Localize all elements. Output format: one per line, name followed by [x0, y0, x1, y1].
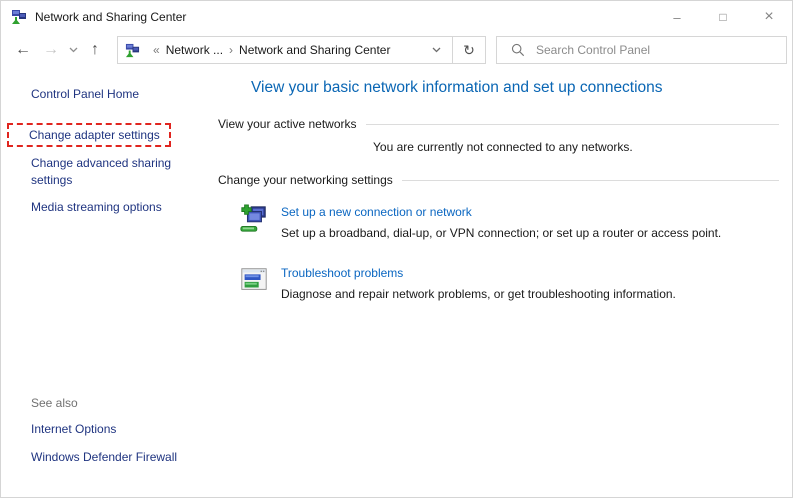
back-button[interactable]: ← [9, 36, 37, 64]
sidebar-item-change-adapter-settings[interactable]: Change adapter settings [29, 128, 165, 142]
active-networks-label: View your active networks [218, 117, 357, 131]
networking-settings-section-header: Change your networking settings [218, 173, 779, 187]
chevron-down-icon [432, 47, 441, 53]
highlight-box-change-adapter-settings: Change adapter settings [7, 123, 171, 147]
breadcrumb: « Network ... › Network and Sharing Cent… [118, 37, 452, 63]
breadcrumb-root[interactable]: Network ... [166, 43, 223, 57]
sidebar: Control Panel Home Change adapter settin… [1, 67, 218, 497]
see-also-section: See also Internet Options Windows Defend… [31, 396, 208, 477]
search-input[interactable] [536, 43, 786, 57]
chevron-down-icon [69, 47, 77, 53]
section-rule [401, 180, 779, 181]
troubleshoot-description: Diagnose and repair network problems, or… [281, 287, 676, 301]
network-icon [125, 43, 140, 57]
up-button[interactable]: ↑ [81, 36, 109, 64]
breadcrumb-separator[interactable]: › [229, 43, 233, 57]
sidebar-item-internet-options[interactable]: Internet Options [31, 421, 208, 438]
close-button[interactable]: × [746, 1, 792, 33]
sidebar-item-media-streaming-options[interactable]: Media streaming options [31, 199, 208, 216]
forward-button[interactable]: → [37, 36, 65, 64]
breadcrumb-current[interactable]: Network and Sharing Center [239, 43, 390, 57]
list-item-text: Set up a new connection or network Set u… [281, 204, 721, 240]
networking-settings-label: Change your networking settings [218, 173, 393, 187]
address-dropdown-button[interactable] [421, 37, 452, 63]
title-bar: Network and Sharing Center – □ × [1, 1, 792, 33]
setup-connection-description: Set up a broadband, dial-up, or VPN conn… [281, 226, 722, 240]
network-and-sharing-center-window: Network and Sharing Center – □ × ← → ↑ «… [0, 0, 793, 498]
network-status-text: You are currently not connected to any n… [373, 140, 633, 154]
search-icon [511, 43, 525, 57]
list-item-troubleshoot: Troubleshoot problems Diagnose and repai… [239, 265, 779, 301]
address-bar: « Network ... › Network and Sharing Cent… [117, 36, 486, 64]
minimize-button[interactable]: – [654, 1, 700, 33]
main-content: View your basic network information and … [218, 67, 792, 497]
sidebar-item-control-panel-home[interactable]: Control Panel Home [31, 87, 208, 101]
maximize-button[interactable]: □ [700, 1, 746, 33]
sidebar-item-windows-defender-firewall[interactable]: Windows Defender Firewall [31, 449, 208, 466]
troubleshoot-icon [241, 268, 267, 290]
breadcrumb-overflow-chevron[interactable]: « [153, 43, 160, 57]
list-item-text: Troubleshoot problems Diagnose and repai… [281, 265, 676, 301]
recent-locations-dropdown[interactable] [65, 36, 81, 64]
new-connection-icon [240, 204, 266, 232]
see-also-header: See also [31, 396, 78, 411]
setup-connection-link[interactable]: Set up a new connection or network [281, 205, 721, 219]
window-title: Network and Sharing Center [35, 10, 187, 24]
window-controls: – □ × [654, 1, 792, 33]
sidebar-item-change-advanced-sharing-settings[interactable]: Change advanced sharing settings [31, 155, 181, 189]
navigation-toolbar: ← → ↑ « Network ... › Network and Sharin… [1, 33, 792, 67]
refresh-button[interactable]: ↻ [452, 37, 485, 63]
page-title: View your basic network information and … [251, 79, 663, 96]
search-box [496, 36, 787, 64]
active-networks-section-header: View your active networks [218, 117, 779, 131]
list-item-setup-connection: Set up a new connection or network Set u… [239, 204, 779, 240]
networking-settings-items: Set up a new connection or network Set u… [218, 204, 779, 301]
network-icon [12, 10, 26, 24]
section-rule [365, 124, 779, 125]
troubleshoot-link[interactable]: Troubleshoot problems [281, 266, 676, 280]
